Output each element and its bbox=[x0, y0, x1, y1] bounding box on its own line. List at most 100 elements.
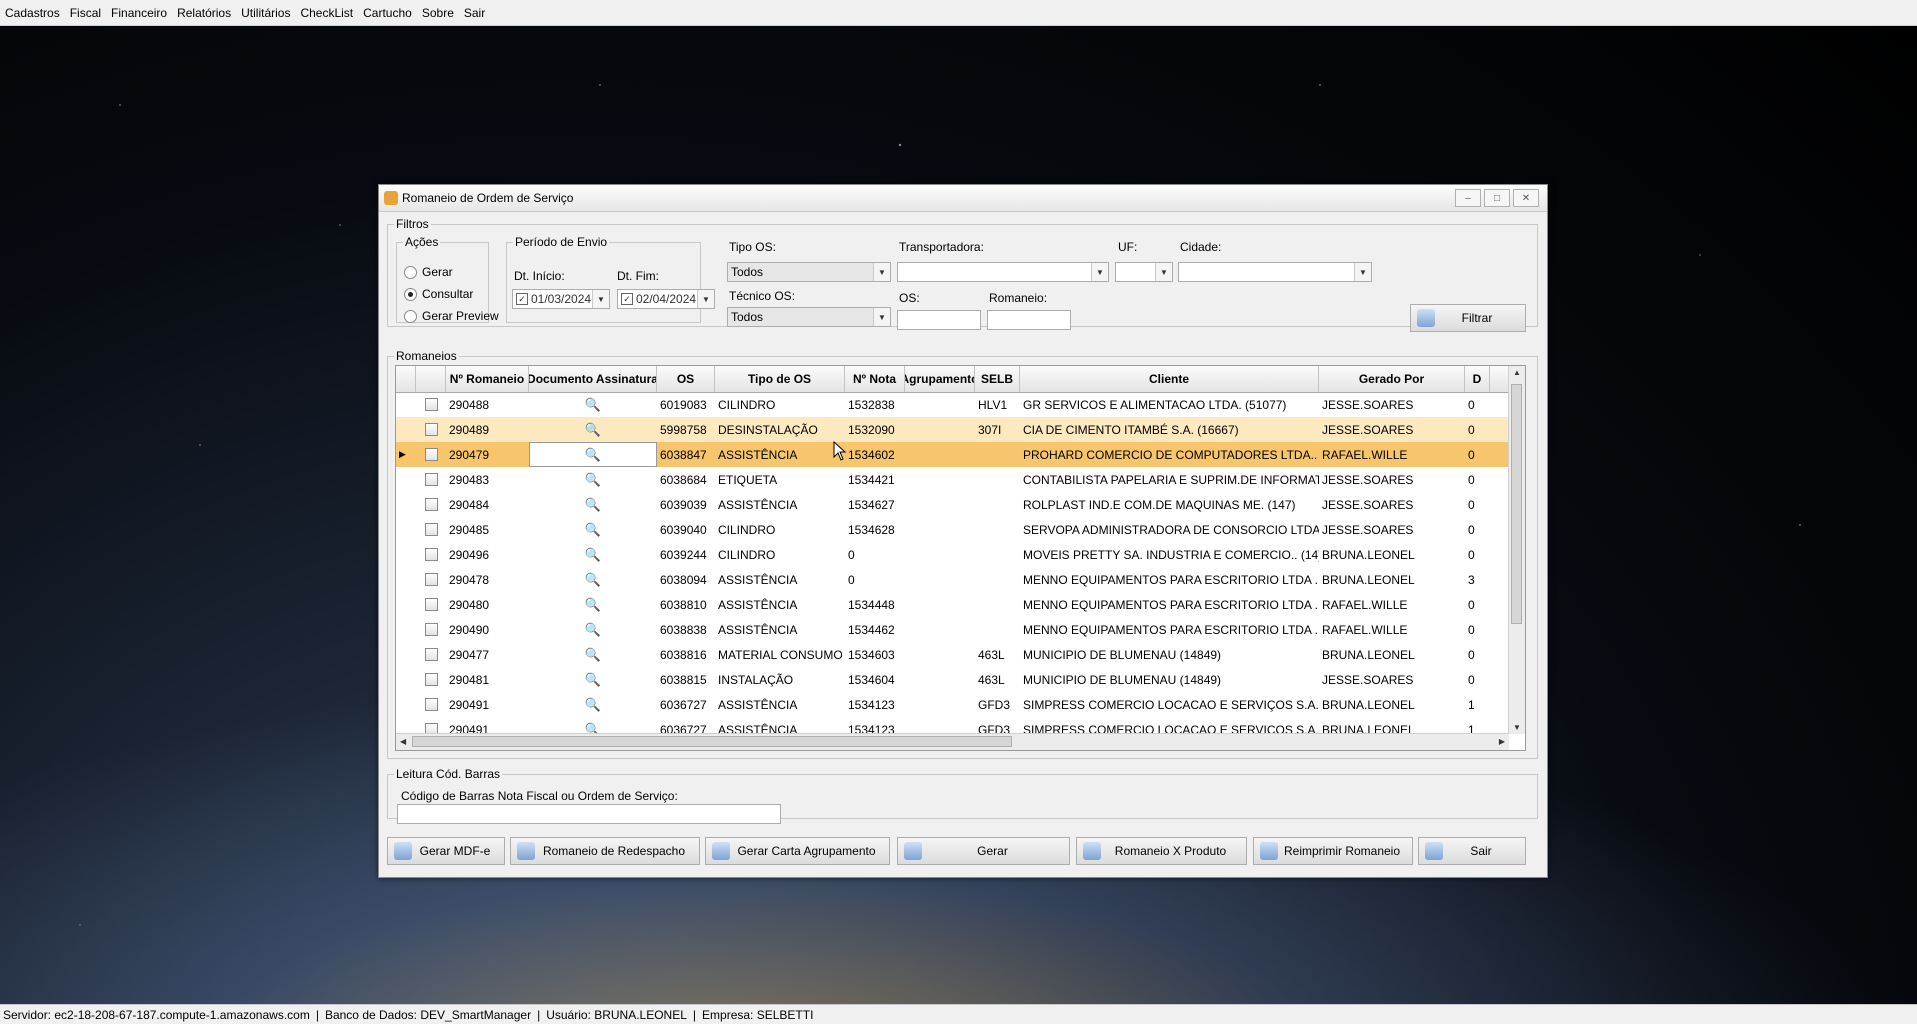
gerar-carta-agrupamento-button[interactable]: Gerar Carta Agrupamento bbox=[705, 837, 890, 865]
dt-fim-picker[interactable]: ✓ 02/04/2024 ▼ bbox=[617, 289, 715, 309]
scroll-left-icon[interactable]: ◀ bbox=[400, 737, 406, 746]
menu-item-sobre[interactable]: Sobre bbox=[417, 6, 459, 20]
uf-chevron-down-icon[interactable]: ▼ bbox=[1155, 263, 1172, 281]
row-checkbox[interactable] bbox=[424, 498, 438, 511]
magnifier-icon[interactable]: 🔍 bbox=[585, 647, 601, 663]
table-row[interactable]: 290490 🔍 6038838 ASSISTÊNCIA 1534462 MENNO EQ… bbox=[396, 617, 1509, 642]
table-row[interactable]: 290481 🔍 6038815 INSTALAÇÃO 1534604 463L MUNIC… bbox=[396, 667, 1509, 692]
magnifier-icon[interactable]: 🔍 bbox=[585, 672, 601, 688]
tecnico-os-chevron-down-icon[interactable]: ▼ bbox=[873, 308, 890, 326]
dt-fim-check[interactable]: ✓ bbox=[621, 293, 633, 305]
menu-item-utilitarios[interactable]: Utilitários bbox=[236, 6, 295, 20]
row-checkbox[interactable] bbox=[424, 598, 438, 611]
col-header-agrupamento[interactable]: Agrupamento bbox=[905, 366, 975, 392]
magnifier-icon[interactable]: 🔍 bbox=[585, 447, 601, 463]
romaneio-input[interactable] bbox=[987, 310, 1071, 330]
magnifier-icon[interactable]: 🔍 bbox=[585, 697, 601, 713]
col-header-n-romaneio[interactable]: Nº Romaneio bbox=[446, 366, 529, 392]
menu-item-sair[interactable]: Sair bbox=[459, 6, 490, 20]
dt-inicio-check[interactable]: ✓ bbox=[516, 293, 528, 305]
col-header-documento-assinatura[interactable]: Documento Assinatura bbox=[529, 366, 657, 392]
dt-fim-dropdown-icon[interactable]: ▼ bbox=[697, 290, 714, 308]
magnifier-icon[interactable]: 🔍 bbox=[585, 597, 601, 613]
table-row[interactable]: 290485 🔍 6039040 CILINDRO 1534628 SERVOPA ADM… bbox=[396, 517, 1509, 542]
dt-inicio-dropdown-icon[interactable]: ▼ bbox=[592, 290, 609, 308]
romaneios-grid[interactable]: Nº Romaneio Documento Assinatura OS Tipo de… bbox=[395, 365, 1526, 751]
col-header-d[interactable]: D bbox=[1465, 366, 1490, 392]
table-row[interactable]: ▶ 290479 🔍 6038847 ASSISTÊNCIA 1534602 PROHARD… bbox=[396, 442, 1509, 467]
magnifier-icon[interactable]: 🔍 bbox=[585, 472, 601, 488]
magnifier-icon[interactable]: 🔍 bbox=[585, 572, 601, 588]
menu-item-cadastros[interactable]: Cadastros bbox=[0, 6, 65, 20]
table-row[interactable]: 290488 🔍 6019083 CILINDRO 1532838 HLV1 GR SERV… bbox=[396, 392, 1509, 417]
vertical-scrollbar[interactable]: ▲ ▼ bbox=[1508, 366, 1525, 734]
menu-item-cartucho[interactable]: Cartucho bbox=[358, 6, 417, 20]
cidade-select[interactable]: ▼ bbox=[1178, 262, 1372, 282]
radio-gerar-preview-dot[interactable] bbox=[404, 309, 417, 323]
dt-inicio-picker[interactable]: ✓ 01/03/2024 ▼ bbox=[512, 289, 610, 309]
table-row[interactable]: 290477 🔍 6038816 MATERIAL CONSUMO 1534603 463… bbox=[396, 642, 1509, 667]
radio-consultar-dot[interactable] bbox=[404, 287, 417, 301]
row-checkbox[interactable] bbox=[424, 648, 438, 661]
table-row[interactable]: 290489 🔍 5998758 DESINSTALAÇÃO 1532090 307I CI… bbox=[396, 417, 1509, 442]
close-button[interactable]: ✕ bbox=[1513, 189, 1539, 207]
tecnico-os-select[interactable]: Todos ▼ bbox=[727, 307, 891, 327]
tipo-os-chevron-down-icon[interactable]: ▼ bbox=[873, 263, 890, 281]
table-row[interactable]: 290496 🔍 6039244 CILINDRO 0 MOVEIS PRETTY SA.… bbox=[396, 542, 1509, 567]
barcode-input[interactable] bbox=[397, 804, 781, 824]
filtrar-button[interactable]: Filtrar bbox=[1410, 304, 1526, 332]
col-header-cliente[interactable]: Cliente bbox=[1020, 366, 1319, 392]
gerar-mdfe-button[interactable]: Gerar MDF-e bbox=[387, 837, 505, 865]
table-row[interactable]: 290491 🔍 6036727 ASSISTÊNCIA 1534123 GFD3 SIMP… bbox=[396, 692, 1509, 717]
col-header-selb[interactable]: SELB bbox=[975, 366, 1020, 392]
magnifier-icon[interactable]: 🔍 bbox=[585, 522, 601, 538]
row-checkbox[interactable] bbox=[424, 523, 438, 536]
row-checkbox[interactable] bbox=[424, 573, 438, 586]
magnifier-icon[interactable]: 🔍 bbox=[585, 622, 601, 638]
magnifier-icon[interactable]: 🔍 bbox=[585, 397, 601, 413]
table-row[interactable]: 290478 🔍 6038094 ASSISTÊNCIA 0 MENNO EQUIPAME… bbox=[396, 567, 1509, 592]
radio-gerar-dot[interactable] bbox=[404, 265, 417, 279]
scroll-up-icon[interactable]: ▲ bbox=[1513, 368, 1521, 377]
uf-select[interactable]: ▼ bbox=[1115, 262, 1173, 282]
romaneio-redespacho-button[interactable]: Romaneio de Redespacho bbox=[510, 837, 700, 865]
menu-item-financeiro[interactable]: Financeiro bbox=[106, 6, 172, 20]
radio-gerar-preview[interactable]: Gerar Preview bbox=[404, 309, 499, 323]
row-checkbox[interactable] bbox=[424, 548, 438, 561]
scroll-right-icon[interactable]: ▶ bbox=[1499, 737, 1505, 746]
scroll-down-icon[interactable]: ▼ bbox=[1513, 723, 1521, 732]
gerar-button[interactable]: Gerar bbox=[897, 837, 1070, 865]
menu-item-fiscal[interactable]: Fiscal bbox=[65, 6, 106, 20]
reimprimir-romaneio-button[interactable]: Reimprimir Romaneio bbox=[1253, 837, 1413, 865]
magnifier-icon[interactable]: 🔍 bbox=[585, 547, 601, 563]
transportadora-select[interactable]: ▼ bbox=[897, 262, 1109, 282]
window-titlebar[interactable]: Romaneio de Ordem de Serviço – □ ✕ bbox=[379, 185, 1547, 212]
col-header-select[interactable] bbox=[416, 366, 446, 392]
menu-item-checklist[interactable]: CheckList bbox=[295, 6, 358, 20]
sair-button[interactable]: Sair bbox=[1418, 837, 1526, 865]
horizontal-scrollbar[interactable]: ◀ ▶ bbox=[396, 733, 1509, 750]
transportadora-chevron-down-icon[interactable]: ▼ bbox=[1091, 263, 1108, 281]
row-checkbox[interactable] bbox=[424, 698, 438, 711]
row-checkbox[interactable] bbox=[424, 448, 438, 461]
horizontal-scroll-thumb[interactable] bbox=[412, 736, 1012, 747]
row-checkbox[interactable] bbox=[424, 673, 438, 686]
os-input[interactable] bbox=[897, 310, 981, 330]
table-row[interactable]: 290483 🔍 6038684 ETIQUETA 1534421 CONTABILIST… bbox=[396, 467, 1509, 492]
row-checkbox[interactable] bbox=[424, 623, 438, 636]
table-row[interactable]: 290484 🔍 6039039 ASSISTÊNCIA 1534627 ROLPLAST… bbox=[396, 492, 1509, 517]
row-checkbox[interactable] bbox=[424, 398, 438, 411]
col-header-n-nota[interactable]: Nº Nota bbox=[845, 366, 905, 392]
row-checkbox[interactable] bbox=[424, 473, 438, 486]
col-header-row-indicator[interactable] bbox=[396, 366, 416, 392]
col-header-tipo-de-os[interactable]: Tipo de OS bbox=[715, 366, 845, 392]
cidade-chevron-down-icon[interactable]: ▼ bbox=[1354, 263, 1371, 281]
maximize-button[interactable]: □ bbox=[1484, 189, 1510, 207]
row-checkbox[interactable] bbox=[424, 423, 438, 436]
col-header-gerado-por[interactable]: Gerado Por bbox=[1319, 366, 1465, 392]
vertical-scroll-thumb[interactable] bbox=[1511, 384, 1522, 624]
menu-item-relatorios[interactable]: Relatórios bbox=[172, 6, 236, 20]
col-header-os[interactable]: OS bbox=[657, 366, 715, 392]
magnifier-icon[interactable]: 🔍 bbox=[585, 422, 601, 438]
tipo-os-select[interactable]: Todos ▼ bbox=[727, 262, 891, 282]
